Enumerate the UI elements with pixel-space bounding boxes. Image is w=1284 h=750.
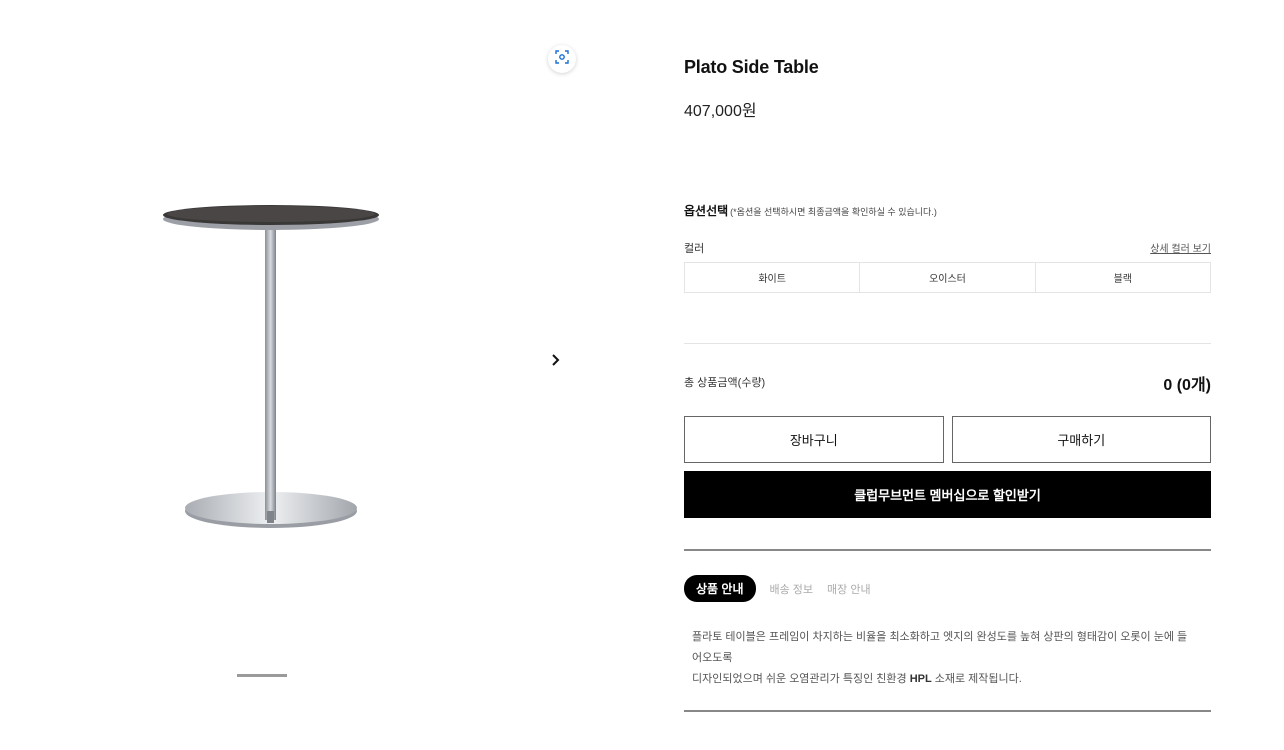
product-info: Plato Side Table 407,000원 옵션선택 (*옵션을 선택하시… bbox=[684, 0, 1211, 750]
product-gallery bbox=[0, 0, 600, 750]
description-material: HPL bbox=[909, 673, 932, 685]
option-heading-label: 옵션선택 bbox=[684, 204, 729, 218]
color-options: 화이트 오이스터 블랙 bbox=[684, 262, 1211, 293]
chevron-right-icon bbox=[551, 353, 561, 372]
color-label: 컬러 bbox=[684, 243, 705, 255]
info-tabs: 상품 안내 배송 정보 매장 안내 bbox=[684, 575, 871, 602]
option-heading: 옵션선택 (*옵션을 선택하시면 최종금액을 확인하실 수 있습니다.) bbox=[684, 202, 937, 219]
tab-store-info[interactable]: 매장 안내 bbox=[827, 581, 871, 597]
bottom-divider bbox=[684, 710, 1211, 712]
total-label: 총 상품금액(수량) bbox=[684, 377, 766, 389]
section-divider bbox=[684, 549, 1211, 551]
product-price: 407,000원 bbox=[684, 103, 757, 120]
product-image bbox=[150, 195, 390, 540]
description-line-2-start: 디자인되었으며 쉬운 오염관리가 특징인 친환경 bbox=[692, 673, 910, 685]
zoom-button[interactable] bbox=[548, 45, 576, 73]
divider bbox=[684, 343, 1211, 344]
next-slide-button[interactable] bbox=[546, 352, 566, 372]
product-title: Plato Side Table bbox=[684, 57, 819, 77]
purchase-buttons: 장바구니 구매하기 bbox=[684, 416, 1211, 463]
description-line-1: 플라토 테이블은 프레임이 차지하는 비율을 최소화하고 엣지의 완성도를 높혀… bbox=[692, 631, 1188, 664]
color-option-black[interactable]: 블랙 bbox=[1034, 263, 1210, 292]
color-option-oyster[interactable]: 오이스터 bbox=[859, 263, 1034, 292]
tab-shipping-info[interactable]: 배송 정보 bbox=[770, 581, 814, 597]
description-line-2: 디자인되었으며 쉬운 오염관리가 특징인 친환경 HPL 소재로 제작됩니다. bbox=[692, 669, 1192, 690]
total-value: 0 (0개) bbox=[1163, 377, 1211, 394]
slide-indicator[interactable] bbox=[237, 674, 287, 677]
color-row: 컬러 상세 컬러 보기 bbox=[684, 240, 1211, 256]
color-detail-link[interactable]: 상세 컬러 보기 bbox=[1150, 240, 1211, 255]
product-description: 플라토 테이블은 프레임이 차지하는 비율을 최소화하고 엣지의 완성도를 높혀… bbox=[692, 627, 1192, 690]
cart-button[interactable]: 장바구니 bbox=[684, 416, 944, 463]
zoom-icon bbox=[555, 49, 569, 69]
membership-button[interactable]: 클럽무브먼트 멤버십으로 할인받기 bbox=[684, 471, 1211, 518]
color-option-white[interactable]: 화이트 bbox=[685, 263, 859, 292]
description-line-2-end: 소재로 제작됩니다. bbox=[931, 673, 1022, 685]
tab-product-info[interactable]: 상품 안내 bbox=[684, 575, 756, 602]
buy-button[interactable]: 구매하기 bbox=[951, 416, 1211, 463]
option-note: (*옵션을 선택하시면 최종금액을 확인하실 수 있습니다.) bbox=[730, 207, 937, 217]
